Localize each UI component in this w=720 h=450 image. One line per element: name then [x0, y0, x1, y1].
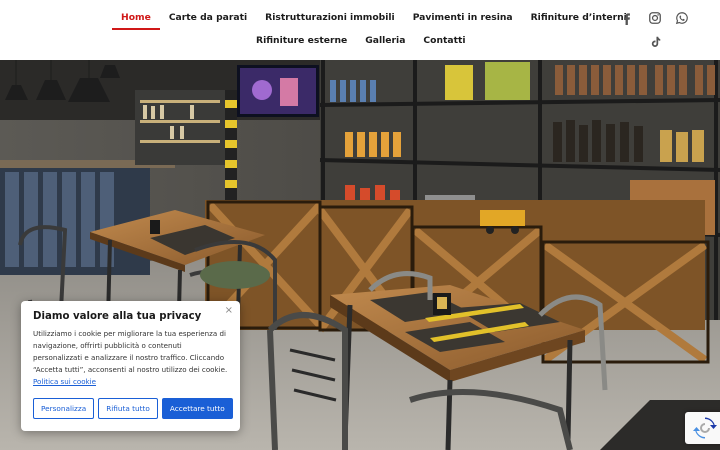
cookie-consent-banner: Diamo valore alla tua privacy × Utilizzi… [21, 301, 240, 431]
cookie-policy-link[interactable]: Politica sui cookie [33, 377, 96, 386]
nav-contatti[interactable]: Contatti [414, 31, 474, 51]
cookie-text: Utilizziamo i cookie per migliorare la t… [33, 329, 228, 374]
cookie-title: Diamo valore alla tua privacy [33, 311, 202, 322]
nav-galleria[interactable]: Galleria [356, 31, 414, 51]
main-nav-row-2: Rifiniture esterne Galleria Contatti [247, 31, 475, 51]
recaptcha-icon [693, 417, 717, 439]
whatsapp-icon[interactable] [674, 10, 690, 26]
site-header: Home Carte da parati Ristrutturazioni im… [0, 0, 720, 60]
close-icon[interactable]: × [225, 305, 233, 316]
facebook-icon[interactable] [619, 10, 635, 26]
nav-ristrutturazioni-immobili[interactable]: Ristrutturazioni immobili [256, 8, 404, 28]
instagram-icon[interactable] [647, 10, 663, 26]
nav-home[interactable]: Home [112, 8, 160, 30]
nav-rifiniture-esterne[interactable]: Rifiniture esterne [247, 31, 356, 51]
nav-pavimenti-in-resina[interactable]: Pavimenti in resina [404, 8, 522, 28]
cookie-description: Utilizziamo i cookie per migliorare la t… [33, 328, 228, 388]
reject-all-button[interactable]: Rifiuta tutto [98, 398, 158, 419]
nav-carte-da-parati[interactable]: Carte da parati [160, 8, 256, 28]
tiktok-icon[interactable] [647, 34, 663, 50]
recaptcha-badge[interactable] [685, 412, 720, 444]
cookie-buttons: Personalizza Rifiuta tutto Accettare tut… [33, 398, 233, 419]
accept-all-button[interactable]: Accettare tutto [161, 398, 233, 419]
main-nav-row-1: Home Carte da parati Ristrutturazioni im… [112, 8, 636, 30]
customize-button[interactable]: Personalizza [33, 398, 95, 419]
